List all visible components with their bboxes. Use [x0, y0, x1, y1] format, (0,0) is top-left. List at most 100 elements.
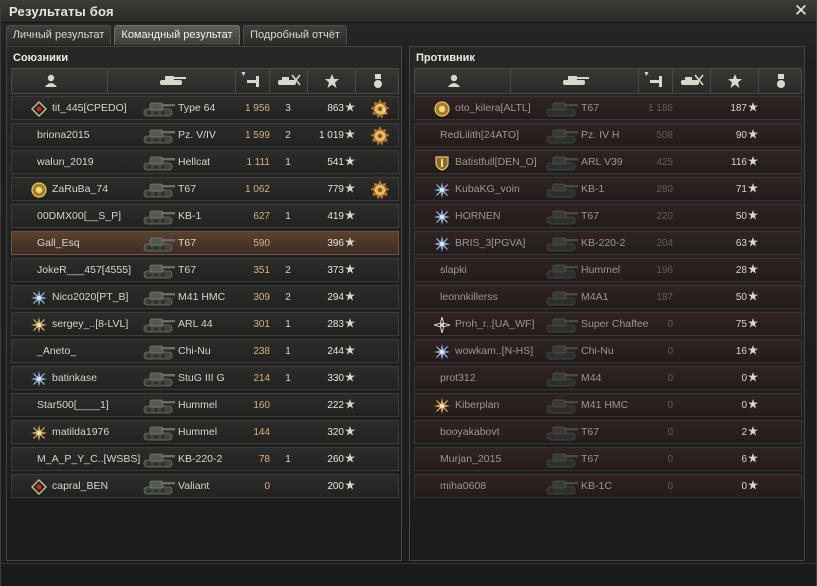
allies-header-kills[interactable] [270, 69, 308, 93]
damage-value: 214 [253, 373, 270, 384]
damage-value: 0 [667, 481, 673, 492]
player-name: JokeR___457[4555] [37, 264, 131, 276]
allies-header-damage[interactable]: ▼ [236, 69, 270, 93]
player-name: M_A_P_Y_C..[WSBS] [37, 453, 141, 465]
player-name: Batistfull[DEN_O] [455, 156, 537, 168]
xp-value: 330 [327, 373, 344, 384]
medal-icon [374, 74, 382, 88]
tank-name: T67 [178, 237, 197, 249]
damage-value: 1 111 [246, 157, 270, 168]
xp-value: 90 [735, 130, 747, 141]
battle-results-window: Результаты боя ✕ Личный результат Команд… [0, 0, 817, 586]
sort-arrow-icon: ▼ [240, 71, 247, 78]
enemies-header-kills[interactable] [673, 69, 711, 93]
tank-name: T67 [178, 183, 197, 195]
damage-value: 0 [667, 373, 673, 384]
enemies-header-tank[interactable] [511, 69, 639, 93]
enemies-header-xp-star[interactable] [711, 69, 759, 93]
table-row[interactable]: Kiberplan M41 HMC 0 0 [414, 393, 802, 417]
tank-icon [143, 399, 175, 414]
table-row[interactable]: JokeR___457[4555] T67 351 2 373 [11, 258, 399, 282]
table-row[interactable]: slapki Hummel 196 28 [414, 258, 802, 282]
tab-personal-result[interactable]: Личный результат [6, 25, 111, 45]
allies-header-tank[interactable] [108, 69, 236, 93]
table-row[interactable]: 00DMX00[__S_P] KB-1 627 1 419 [11, 204, 399, 228]
allies-header-medal[interactable] [356, 69, 400, 93]
tank-icon [546, 318, 578, 333]
tank-icon [546, 453, 578, 468]
medal-icon [370, 99, 390, 119]
tank-icon [143, 183, 175, 198]
xp-value: 244 [327, 346, 344, 357]
table-row[interactable]: capral_BEN Valiant 0 200 [11, 474, 399, 498]
tank-icon [143, 129, 175, 144]
tank-name: KB-1C [581, 480, 612, 492]
damage-value: 301 [253, 319, 270, 330]
player-icon [447, 74, 460, 87]
tab-detailed-report[interactable]: Подробный отчёт [243, 25, 347, 45]
table-row[interactable]: wowkam..[N-HS] Chi-Nu 0 16 [414, 339, 802, 363]
table-row[interactable]: HORNEN T67 220 50 [414, 204, 802, 228]
enemies-header-damage[interactable]: ▼ [639, 69, 673, 93]
table-row[interactable]: miha0608 KB-1C 0 0 [414, 474, 802, 498]
table-row[interactable]: tit_445[CPEDO] Type 64 1 956 3 863 3 [11, 96, 399, 120]
damage-value: 309 [253, 292, 270, 303]
player-name: briona2015 [37, 129, 90, 141]
star-icon [748, 291, 758, 301]
kills-value: 3 [285, 103, 291, 114]
table-row[interactable]: briona2015 Pz. V/IV 1 599 2 1 019 [11, 123, 399, 147]
player-name: 00DMX00[__S_P] [37, 210, 122, 222]
kills-value: 1 [285, 373, 291, 384]
tank-name: KB-220-2 [581, 237, 626, 249]
damage-value: 238 [253, 346, 270, 357]
medal-icon [777, 74, 785, 88]
table-row[interactable]: Proh_r..[UA_WF] Super Chaffee 0 75 [414, 312, 802, 336]
allies-column-header: ▼ [11, 68, 399, 94]
tab-team-result[interactable]: Командный результат [114, 25, 240, 45]
table-row[interactable]: Murjan_2015 T67 0 6 [414, 447, 802, 471]
table-row[interactable]: walun_2019 Hellcat 1 111 1 541 [11, 150, 399, 174]
tank-icon [143, 345, 175, 360]
table-row[interactable]: prot312 M44 0 0 [414, 366, 802, 390]
allies-header-xp-star[interactable] [308, 69, 356, 93]
enemies-header-medal[interactable] [759, 69, 803, 93]
enemies-header-player[interactable] [415, 69, 511, 93]
table-row[interactable]: leonnkillerss M4A1 187 50 [414, 285, 802, 309]
star-icon [748, 129, 758, 139]
tank-name: Chi-Nu [581, 345, 614, 357]
tank-icon [143, 426, 175, 441]
table-row[interactable]: BRIS_3[PGVA] KB-220-2 204 63 [414, 231, 802, 255]
star-icon [345, 291, 355, 301]
table-row[interactable]: sergey_..[8-LVL] ARL 44 301 1 283 [11, 312, 399, 336]
damage-value: 78 [258, 454, 270, 465]
damage-value: 196 [656, 265, 673, 276]
star-icon [748, 318, 758, 328]
table-row[interactable]: oto_kilera[ALTL] T67 1 186 187 [414, 96, 802, 120]
star-icon [748, 264, 758, 274]
damage-value: 160 [253, 400, 270, 411]
table-row[interactable]: M_A_P_Y_C..[WSBS] KB-220-2 78 1 260 [11, 447, 399, 471]
table-row[interactable]: RedLilith[24ATO] Pz. IV H 508 90 [414, 123, 802, 147]
table-row[interactable]: Gall_Esq T67 590 396 [11, 231, 399, 255]
table-row[interactable]: matilda1976 Hummel 144 320 [11, 420, 399, 444]
table-row[interactable]: batinkase StuG III G 214 1 330 [11, 366, 399, 390]
tank-icon [143, 291, 175, 306]
damage-value: 351 [253, 265, 270, 276]
tank-name: M4A1 [581, 291, 609, 303]
table-row[interactable]: Batistfull[DEN_O] ARL V39 425 116 [414, 150, 802, 174]
table-row[interactable]: KubaKG_voin KB-1 280 71 [414, 177, 802, 201]
player-name: walun_2019 [37, 156, 94, 168]
star-icon [345, 237, 355, 247]
table-row[interactable]: Star500[____1] Hummel 160 222 [11, 393, 399, 417]
tank-icon [143, 210, 175, 225]
tank-name: KB-1 [581, 183, 605, 195]
table-row[interactable]: booyakabovt T67 0 2 [414, 420, 802, 444]
table-row[interactable]: Nico2020[PT_B] M41 HMC 309 2 294 [11, 285, 399, 309]
close-icon[interactable]: ✕ [792, 2, 810, 20]
star-icon [345, 318, 355, 328]
table-row[interactable]: ZaRuBa_74 T67 1 062 779 [11, 177, 399, 201]
table-row[interactable]: _Aneto_ Chi-Nu 238 1 244 [11, 339, 399, 363]
allies-header-player[interactable] [12, 69, 108, 93]
star-icon [345, 345, 355, 355]
tank-icon [143, 102, 175, 117]
